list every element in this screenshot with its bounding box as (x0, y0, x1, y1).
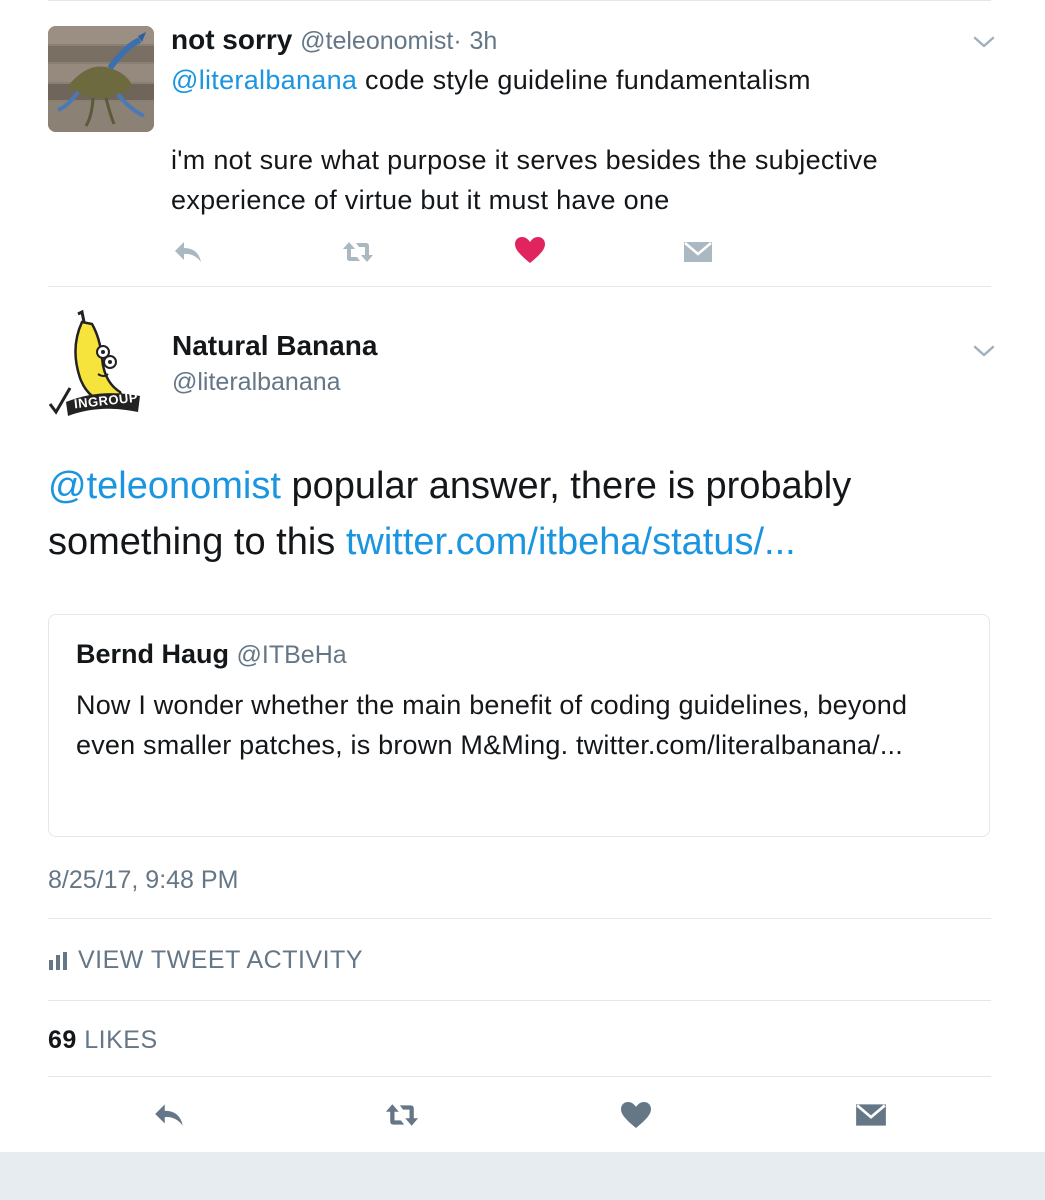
retweet-icon[interactable] (342, 238, 374, 266)
quoted-tweet-text: Now I wonder whether the main benefit of… (76, 690, 908, 760)
mention-teleonomist[interactable]: @teleonomist (48, 465, 281, 507)
avatar-literalbanana[interactable]: INGROUP (48, 308, 144, 418)
view-tweet-activity-link[interactable]: VIEW TWEET ACTIVITY (48, 946, 363, 975)
reply-time: 3h (469, 27, 498, 55)
reply-icon[interactable] (152, 1100, 186, 1130)
reply-icon[interactable] (172, 238, 204, 266)
tweet-link[interactable]: twitter.com/itbeha/status/... (346, 521, 796, 563)
chevron-down-icon[interactable] (973, 35, 995, 49)
reply-tweet-header: not sorry @teleonomist· 3h (171, 24, 497, 56)
chevron-down-icon[interactable] (973, 344, 995, 358)
quoted-author: Bernd Haug @ITBeHa (76, 639, 347, 670)
reply-tweet-text: @literalbanana code style guideline fund… (171, 60, 991, 100)
quoted-author-handle: @ITBeHa (236, 641, 347, 669)
mention-literalbanana[interactable]: @literalbanana (171, 65, 357, 95)
likes-label: LIKES (84, 1026, 158, 1054)
reply-author-handle[interactable]: @teleonomist (300, 27, 453, 55)
divider-2 (48, 918, 991, 919)
divider-4 (48, 1076, 991, 1077)
reply-tweet-paragraph2: i'm not sure what purpose it serves besi… (171, 145, 878, 215)
direct-message-icon[interactable] (682, 238, 714, 266)
activity-label: VIEW TWEET ACTIVITY (78, 946, 364, 974)
heart-icon[interactable] (514, 236, 546, 264)
bar-chart-icon (49, 951, 67, 970)
bottom-bar (0, 1152, 1045, 1200)
reply-text-line1: code style guideline fundamentalism (357, 65, 811, 95)
quoted-tweet-card[interactable]: Bernd Haug @ITBeHa Now I wonder whether … (48, 614, 990, 837)
main-author-name[interactable]: Natural Banana (172, 330, 377, 362)
direct-message-icon[interactable] (854, 1100, 888, 1130)
divider-1 (48, 286, 991, 287)
top-divider (48, 0, 991, 1)
divider-3 (48, 1000, 991, 1001)
likes-count[interactable]: 69 LIKES (48, 1026, 158, 1055)
heart-icon[interactable] (620, 1100, 652, 1130)
tweet-timestamp: 8/25/17, 9:48 PM (48, 866, 239, 894)
reply-author-name[interactable]: not sorry (171, 24, 292, 55)
crab-photo (48, 26, 154, 132)
header-separator: · (453, 27, 462, 55)
main-author-handle[interactable]: @literalbanana (172, 368, 341, 397)
quoted-author-name: Bernd Haug (76, 639, 230, 669)
avatar-teleonomist[interactable] (48, 26, 154, 132)
likes-number: 69 (48, 1026, 77, 1054)
retweet-icon[interactable] (384, 1100, 420, 1130)
main-tweet-text: @teleonomist popular answer, there is pr… (48, 458, 998, 570)
